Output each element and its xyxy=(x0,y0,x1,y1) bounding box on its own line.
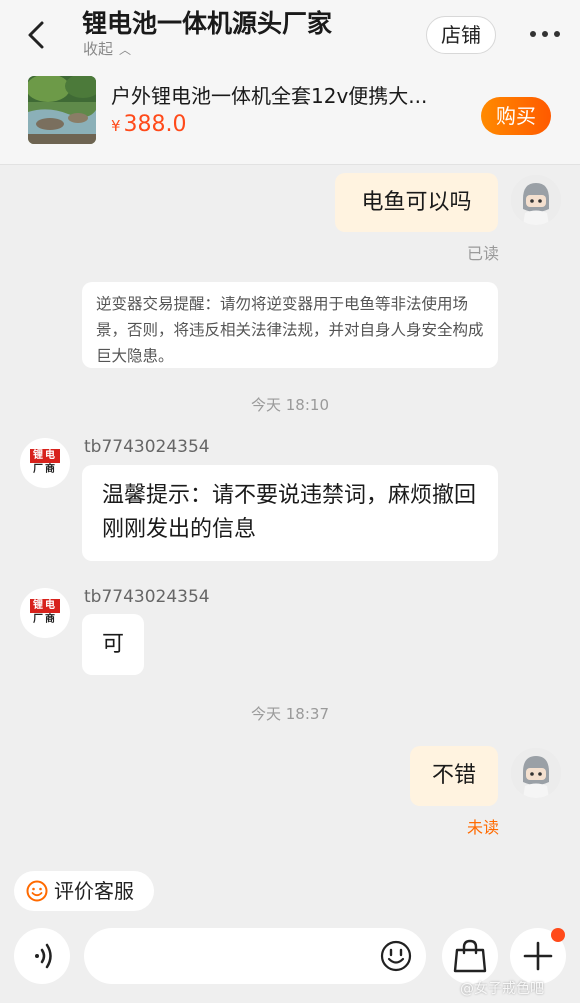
price-value: 388.0 xyxy=(123,112,187,137)
avatar-icon xyxy=(511,748,561,798)
chevron-left-icon[interactable] xyxy=(20,18,54,52)
unread-status: 未读 xyxy=(467,818,500,837)
shop-logo-bottom: 厂商 xyxy=(33,614,57,625)
rate-label: 评价客服 xyxy=(54,879,134,903)
my-avatar[interactable] xyxy=(511,748,561,798)
sender-name: tb7743024354 xyxy=(84,587,210,607)
product-thumbnail[interactable] xyxy=(28,76,96,144)
shop-message-bubble[interactable]: 可 xyxy=(82,614,144,675)
inverter-notice: 逆变器交易提醒：请勿将逆变器用于电鱼等非法使用场景，否则，将违反相关法律法规，并… xyxy=(82,282,498,368)
shop-logo-bottom: 厂商 xyxy=(33,464,57,475)
rate-service-button[interactable]: 评价客服 xyxy=(14,871,154,911)
smile-icon xyxy=(26,880,48,902)
shop-name: 锂电池一体机源头厂家 xyxy=(82,9,333,38)
notification-dot xyxy=(551,928,565,942)
shop-logo-icon: 锂电 厂商 xyxy=(30,599,60,627)
avatar-icon xyxy=(511,175,561,225)
product-price: ¥388.0 xyxy=(111,112,187,137)
timestamp: 今天 18:10 xyxy=(251,396,329,414)
emoji-icon[interactable] xyxy=(380,940,412,972)
chevron-up-icon: ︿ xyxy=(119,43,132,57)
shop-logo-top: 锂电 xyxy=(30,449,60,463)
store-button[interactable]: 店铺 xyxy=(426,16,496,54)
my-message-bubble[interactable]: 电鱼可以吗 xyxy=(335,173,498,232)
my-avatar[interactable] xyxy=(511,175,561,225)
shop-avatar[interactable]: 锂电 厂商 xyxy=(20,588,70,638)
buy-button[interactable]: 购买 xyxy=(481,97,551,135)
collapse-toggle[interactable]: 收起 ︿ xyxy=(83,38,131,59)
shop-message-bubble[interactable]: 温馨提示：请不要说违禁词，麻烦撤回刚刚发出的信息 xyxy=(82,465,498,561)
read-status: 已读 xyxy=(467,244,500,263)
voice-button[interactable] xyxy=(14,928,70,984)
timestamp: 今天 18:37 xyxy=(251,705,329,723)
shopping-bag-button[interactable] xyxy=(442,928,498,984)
shop-avatar[interactable]: 锂电 厂商 xyxy=(20,438,70,488)
sender-name: tb7743024354 xyxy=(84,437,210,457)
message-input[interactable] xyxy=(84,928,426,984)
product-title[interactable]: 户外锂电池一体机全套12v便携大... xyxy=(111,80,461,109)
shopping-bag-icon xyxy=(453,939,487,973)
shop-logo-icon: 锂电 厂商 xyxy=(30,449,60,477)
currency-symbol: ¥ xyxy=(111,117,121,135)
chat-header: 锂电池一体机源头厂家 收起 ︿ 店铺 户外锂电池一体机全套12v便携大... ¥3… xyxy=(0,0,580,165)
voice-icon xyxy=(35,943,52,969)
my-message-bubble[interactable]: 不错 xyxy=(410,746,498,806)
collapse-label: 收起 xyxy=(83,40,114,58)
shop-logo-top: 锂电 xyxy=(30,599,60,613)
watermark: @女子戒色吧 xyxy=(460,981,544,997)
more-dots-icon[interactable] xyxy=(528,24,562,44)
